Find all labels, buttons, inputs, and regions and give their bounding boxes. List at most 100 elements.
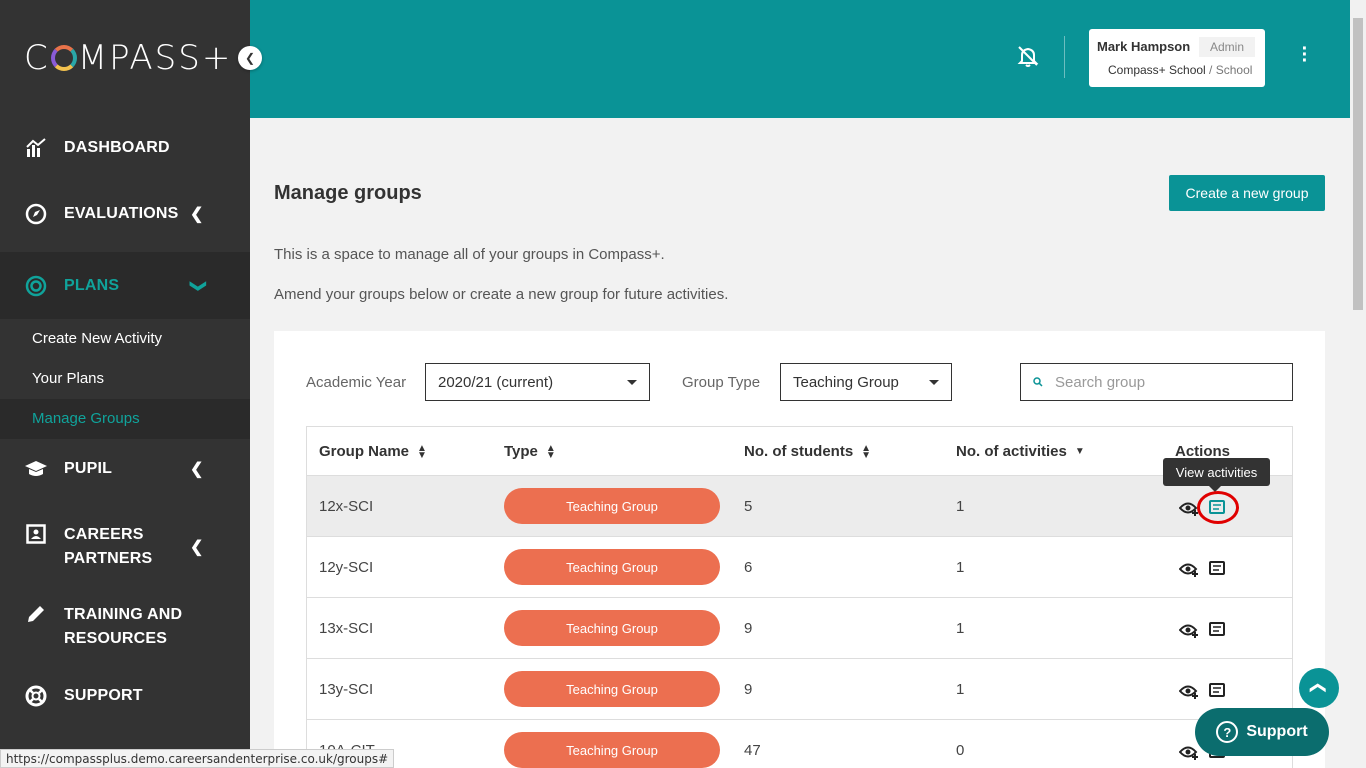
academic-year-select[interactable]: 2020/21 (current) — [425, 363, 650, 401]
sidebar: C MPASS+ DASHBOARD EVALUATIONS ❮ PLANS ❮ … — [0, 0, 250, 768]
header-label: No. of students — [744, 443, 854, 460]
view-group-icon[interactable] — [1179, 561, 1199, 577]
students-cell: 47 — [744, 742, 761, 759]
chart-icon — [24, 136, 48, 160]
school-suffix: / School — [1205, 63, 1253, 77]
chevron-down-icon: ❮ — [188, 278, 206, 293]
top-header: Mark Hampson Admin Compass+ School / Sch… — [250, 0, 1350, 118]
sidebar-item-careers-partners[interactable]: CAREERS PARTNERS ❮ — [0, 522, 250, 572]
sidebar-item-support[interactable]: SUPPORT — [0, 678, 250, 714]
user-school: Compass+ School / School — [1108, 63, 1252, 77]
view-activities-icon[interactable] — [1209, 561, 1225, 575]
students-cell: 5 — [744, 498, 753, 515]
sidebar-collapse-button[interactable]: ❮ — [238, 46, 262, 70]
sort-icon: ▲ ▼ — [545, 442, 556, 461]
support-button-label: Support — [1246, 723, 1308, 740]
sidebar-item-label: EVALUATIONS — [64, 205, 179, 222]
chevron-left-icon: ❮ — [190, 539, 204, 556]
sidebar-subitem-your-plans[interactable]: Your Plans — [0, 359, 250, 399]
group-name-cell[interactable]: 12x-SCI — [319, 498, 373, 515]
search-input[interactable]: Search group — [1020, 363, 1293, 401]
view-activities-icon[interactable] — [1209, 622, 1225, 636]
activities-cell: 0 — [956, 742, 965, 759]
logo-compass-mark — [50, 45, 77, 71]
header-label: Group Name — [319, 443, 410, 460]
target-icon — [24, 274, 48, 298]
sidebar-item-label: PUPIL — [64, 460, 113, 477]
group-name-cell[interactable]: 12y-SCI — [319, 559, 373, 576]
chevron-left-icon: ❮ — [190, 461, 204, 478]
page-scrollbar[interactable] — [1350, 0, 1366, 768]
id-card-icon — [24, 522, 48, 546]
view-activities-tooltip: View activities — [1163, 458, 1270, 492]
compass-icon — [24, 202, 48, 226]
sidebar-item-label: TRAINING AND RESOURCES — [64, 606, 183, 647]
activities-cell: 1 — [956, 620, 965, 637]
header-label: Type — [504, 443, 538, 460]
scrollbar-thumb[interactable] — [1353, 18, 1363, 310]
table-header: Group Name ▲ ▼ Type ▲ ▼ No. of students ▲ ▼ No… — [307, 427, 1292, 476]
page-instructions: Amend your groups below or create a new … — [274, 286, 729, 303]
caret-down-icon — [627, 380, 637, 385]
logo-text-end: MPASS+ — [77, 38, 233, 78]
table-row: 13y-SCI Teaching Group 9 1 — [307, 659, 1292, 720]
academic-year-label: Academic Year — [306, 374, 407, 391]
view-group-icon[interactable] — [1179, 744, 1199, 760]
create-group-button[interactable]: Create a new group — [1169, 175, 1325, 211]
view-activities-icon[interactable] — [1209, 683, 1225, 697]
view-group-icon[interactable] — [1179, 683, 1199, 699]
group-type-badge: Teaching Group — [504, 488, 720, 524]
groups-card: Academic Year 2020/21 (current) Group Ty… — [274, 331, 1325, 768]
sidebar-item-label: SUPPORT — [64, 687, 143, 704]
user-profile-card[interactable]: Mark Hampson Admin Compass+ School / Sch… — [1089, 29, 1265, 87]
page-title: Manage groups — [274, 182, 422, 204]
group-name-cell[interactable]: 13x-SCI — [319, 620, 373, 637]
students-cell: 9 — [744, 620, 753, 637]
sidebar-item-plans[interactable]: PLANS ❮ — [0, 252, 250, 319]
user-name: Mark Hampson — [1097, 39, 1191, 54]
header-group-name[interactable]: Group Name ▲ ▼ — [319, 443, 427, 460]
search-icon — [1033, 377, 1043, 387]
highlight-annotation — [1197, 491, 1239, 524]
support-button[interactable]: ? Support — [1195, 708, 1329, 756]
view-group-icon[interactable] — [1179, 500, 1199, 516]
students-cell: 6 — [744, 559, 753, 576]
more-options-icon[interactable]: · · · — [1300, 39, 1310, 71]
activities-cell: 1 — [956, 498, 965, 515]
sort-icon: ▲ ▼ — [417, 442, 427, 461]
search-placeholder: Search group — [1055, 373, 1146, 391]
chevron-left-icon: ❮ — [190, 206, 204, 223]
caret-down-icon — [929, 380, 939, 385]
scroll-to-top-button[interactable]: ❮ — [1299, 668, 1339, 708]
chevron-up-icon: ❮ — [1310, 681, 1327, 695]
compass-logo[interactable]: C MPASS+ — [24, 38, 232, 78]
sidebar-item-pupil[interactable]: PUPIL ❮ — [0, 451, 250, 487]
sidebar-subitem-create-new-activity[interactable]: Create New Activity — [0, 319, 250, 359]
sidebar-subitem-manage-groups[interactable]: Manage Groups — [0, 399, 250, 439]
graduation-cap-icon — [24, 457, 48, 481]
sidebar-item-evaluations[interactable]: EVALUATIONS ❮ — [0, 196, 250, 232]
table-row: 10A-CIT Teaching Group 47 0 — [307, 720, 1292, 768]
header-students[interactable]: No. of students ▲ ▼ — [744, 443, 871, 460]
help-icon: ? — [1216, 721, 1239, 743]
sidebar-item-dashboard[interactable]: DASHBOARD — [0, 130, 250, 166]
group-type-badge: Teaching Group — [504, 610, 720, 646]
activities-cell: 1 — [956, 681, 965, 698]
group-type-badge: Teaching Group — [504, 671, 720, 707]
sidebar-item-label: PLANS — [64, 276, 120, 294]
table-row: 12x-SCI Teaching Group 5 1 — [307, 476, 1292, 537]
logo-text-start: C — [24, 38, 50, 78]
bell-off-icon[interactable] — [1016, 44, 1040, 68]
students-cell: 9 — [744, 681, 753, 698]
sidebar-item-training-resources[interactable]: TRAINING AND RESOURCES — [0, 602, 250, 652]
lifebuoy-icon — [24, 684, 48, 708]
group-name-cell[interactable]: 13y-SCI — [319, 681, 373, 698]
user-role-badge: Admin — [1199, 37, 1256, 57]
view-group-icon[interactable] — [1179, 622, 1199, 638]
header-activities[interactable]: No. of activities ▼ — [956, 443, 1085, 460]
group-type-select[interactable]: Teaching Group — [780, 363, 952, 401]
school-name: Compass+ School — [1108, 63, 1206, 77]
table-row: 13x-SCI Teaching Group 9 1 — [307, 598, 1292, 659]
header-divider — [1064, 36, 1065, 78]
header-type[interactable]: Type ▲ ▼ — [504, 443, 556, 460]
